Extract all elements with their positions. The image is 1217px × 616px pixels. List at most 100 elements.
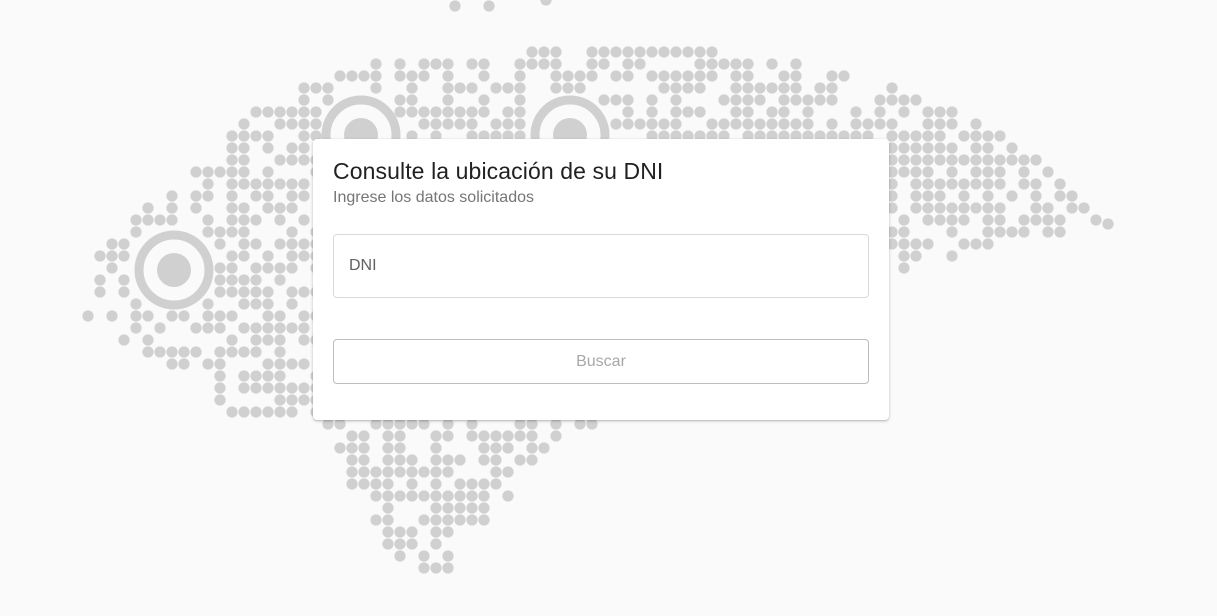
map-dot — [238, 382, 250, 394]
map-dot — [514, 430, 526, 442]
map-dot — [286, 322, 298, 334]
map-dot — [982, 166, 994, 178]
map-dot — [790, 70, 802, 82]
map-dot — [406, 418, 418, 430]
map-dot — [540, 0, 552, 6]
map-dot — [483, 0, 495, 12]
map-dot — [862, 118, 874, 130]
map-dot — [694, 46, 706, 58]
dni-input[interactable] — [347, 256, 855, 276]
map-dot — [94, 274, 106, 286]
map-dot — [202, 166, 214, 178]
map-dot — [178, 310, 190, 322]
map-dot — [478, 514, 490, 526]
map-dot — [274, 382, 286, 394]
map-dot — [118, 334, 130, 346]
form-title: Consulte la ubicación de su DNI — [333, 158, 664, 184]
map-dot — [154, 214, 166, 226]
map-dot — [298, 142, 310, 154]
map-dot — [442, 526, 454, 538]
map-dot — [1006, 142, 1018, 154]
map-dot — [946, 118, 958, 130]
map-dot — [958, 202, 970, 214]
map-dot — [754, 82, 766, 94]
search-button[interactable]: Buscar — [333, 339, 869, 384]
map-dot — [418, 466, 430, 478]
map-dot — [226, 286, 238, 298]
map-dot — [394, 490, 406, 502]
map-dot — [442, 466, 454, 478]
map-dot — [202, 214, 214, 226]
map-dot — [262, 142, 274, 154]
map-dot — [262, 298, 274, 310]
map-dot — [286, 178, 298, 190]
map-dot — [358, 442, 370, 454]
map-dot — [1030, 190, 1042, 202]
map-dot — [886, 82, 898, 94]
map-dot — [934, 154, 946, 166]
map-dot — [442, 514, 454, 526]
map-dot — [922, 106, 934, 118]
map-dot — [226, 202, 238, 214]
map-dot — [178, 346, 190, 358]
map-dot — [406, 490, 418, 502]
map-dot — [226, 346, 238, 358]
map-dot — [910, 142, 922, 154]
map-dot — [502, 466, 514, 478]
map-dot — [922, 142, 934, 154]
map-dot — [478, 502, 490, 514]
map-dot — [298, 322, 310, 334]
map-dot — [370, 478, 382, 490]
map-dot — [346, 466, 358, 478]
map-dot — [262, 166, 274, 178]
map-dot — [274, 238, 286, 250]
map-dot — [946, 142, 958, 154]
map-dot — [262, 322, 274, 334]
map-dot — [190, 346, 202, 358]
map-dot — [346, 454, 358, 466]
map-dot — [298, 118, 310, 130]
map-dot — [982, 154, 994, 166]
map-dot — [994, 178, 1006, 190]
map-dot — [910, 166, 922, 178]
map-dot — [982, 142, 994, 154]
map-dot — [790, 82, 802, 94]
map-dot — [1030, 154, 1042, 166]
map-dot — [970, 118, 982, 130]
map-dot — [118, 286, 130, 298]
map-dot — [646, 94, 658, 106]
map-dot — [850, 106, 862, 118]
map-dot — [274, 262, 286, 274]
map-dot — [394, 418, 406, 430]
map-dot — [646, 70, 658, 82]
map-dot — [910, 130, 922, 142]
map-dot — [154, 346, 166, 358]
map-dot — [514, 418, 526, 430]
map-dot — [286, 106, 298, 118]
map-dot — [682, 46, 694, 58]
map-dot — [154, 322, 166, 334]
dni-field[interactable] — [333, 234, 869, 298]
map-dot — [574, 70, 586, 82]
map-dot — [298, 130, 310, 142]
map-dot — [898, 142, 910, 154]
map-dot — [1018, 214, 1030, 226]
map-dot — [694, 82, 706, 94]
map-dot — [478, 442, 490, 454]
map-dot — [958, 214, 970, 226]
map-dot — [190, 202, 202, 214]
map-dot — [166, 358, 178, 370]
map-dot — [418, 70, 430, 82]
map-dot — [334, 418, 346, 430]
map-dot — [982, 130, 994, 142]
map-dot — [442, 58, 454, 70]
map-dot — [790, 58, 802, 70]
map-dot — [454, 478, 466, 490]
map-dot — [442, 490, 454, 502]
map-dot — [298, 178, 310, 190]
map-dot — [250, 274, 262, 286]
map-dot — [118, 250, 130, 262]
map-dot — [394, 538, 406, 550]
map-dot — [730, 82, 742, 94]
map-dot — [1066, 202, 1078, 214]
